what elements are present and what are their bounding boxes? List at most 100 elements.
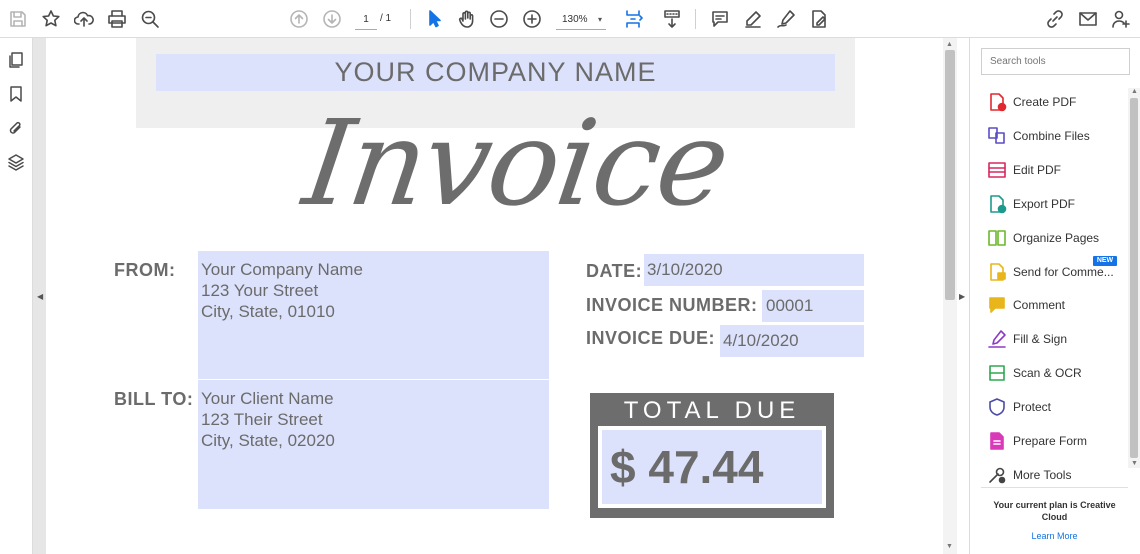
tool-item[interactable]: More Tools [970,460,1128,490]
invoice-due-label: INVOICE DUE: [586,328,716,348]
tool-item[interactable]: Protect [970,392,1128,422]
tool-label: Combine Files [1013,128,1090,143]
organize-pages-icon [987,228,1007,248]
tool-item[interactable]: Scan & OCR [970,358,1128,388]
tool-label: Send for Comme... [1013,264,1114,279]
left-navigation-pane [0,38,33,554]
combine-files-icon [987,126,1007,146]
document-viewport: YOUR COMPANY NAME Invoice FROM: Your Com… [33,38,943,554]
search-tools-input[interactable] [981,48,1130,75]
from-label: FROM: [114,260,176,280]
total-due-field[interactable]: $ 47.44 [602,430,822,504]
tool-item[interactable]: Comment [970,290,1128,320]
collapse-right-pane-icon[interactable]: ▶ [959,292,965,301]
pdf-page: YOUR COMPANY NAME Invoice FROM: Your Com… [46,38,943,554]
bill-to-line: City, State, 02020 [201,431,335,450]
scroll-down-icon[interactable]: ▼ [946,543,953,550]
next-page-icon[interactable] [321,8,343,30]
document-scrollbar[interactable]: ▲ ▼ [943,38,957,554]
tool-label: Organize Pages [1013,230,1100,245]
from-line: 123 Your Street [201,281,319,300]
new-badge: NEW [1093,256,1117,266]
previous-page-icon[interactable] [288,8,310,30]
tool-item[interactable]: Prepare Form [970,426,1128,456]
total-due-box: TOTAL DUE $ 47.44 [590,393,834,518]
tool-label: Edit PDF [1013,162,1062,177]
page-thumbnails-icon[interactable] [6,50,26,70]
protect-icon [987,397,1007,417]
upload-cloud-icon[interactable] [73,8,95,30]
bookmark-star-icon[interactable] [40,8,62,30]
select-cursor-icon[interactable] [423,8,445,30]
draw-sign-icon[interactable] [775,8,797,30]
scroll-mode-icon[interactable] [661,8,683,30]
scroll-down-icon[interactable]: ▼ [1131,460,1138,467]
scan-ocr-icon [987,363,1007,383]
layers-icon[interactable] [6,152,26,172]
from-line: Your Company Name [201,260,363,279]
date-field[interactable]: 3/10/2020 [644,254,864,286]
from-line: City, State, 01010 [201,302,335,321]
bill-to-line: 123 Their Street [201,410,323,429]
tool-label: Prepare Form [1013,434,1088,448]
zoom-value: 130% [562,14,588,25]
bookmarks-icon[interactable] [6,84,26,104]
tool-item[interactable]: Fill & Sign [970,324,1128,354]
bill-to-address-field[interactable]: Your Client Name 123 Their Street City, … [198,380,549,509]
comment-icon [987,295,1007,315]
hand-tool-icon[interactable] [456,8,478,30]
tool-item[interactable]: Create PDF [970,87,1128,117]
add-user-icon[interactable] [1110,8,1132,30]
fill-sign-icon[interactable] [808,8,830,30]
scrollbar-thumb[interactable] [1130,98,1138,458]
tools-pane: Create PDF Combine Files Edit PDF Export PD… [969,38,1140,554]
print-icon[interactable] [106,8,128,30]
tool-label: Export PDF [1013,196,1076,211]
date-label: DATE: [586,261,643,281]
invoice-due-field[interactable]: 4/10/2020 [720,325,864,357]
top-toolbar: 1 / 1 130% ▾ [0,0,1140,38]
prepare-form-icon [987,431,1007,451]
scroll-up-icon[interactable]: ▲ [946,41,953,48]
tools-scrollbar[interactable]: ▲ ▼ [1128,88,1140,468]
tool-item[interactable]: Organize Pages [970,223,1128,253]
invoice-number-field[interactable]: 00001 [762,290,864,322]
send-for-comments-icon [987,262,1007,282]
collapse-left-pane-icon[interactable]: ◀ [37,292,43,301]
scrollbar-thumb[interactable] [945,50,955,300]
zoom-in-icon[interactable] [521,8,543,30]
total-due-frame: $ 47.44 [598,426,826,508]
comment-icon[interactable] [709,8,731,30]
export-pdf-icon [987,194,1007,214]
tool-item[interactable]: Export PDF [970,189,1128,219]
learn-more-link[interactable]: Learn More [981,531,1128,541]
zoom-out-icon[interactable] [488,8,510,30]
more-tools-icon [987,465,1007,485]
tool-item[interactable]: Edit PDF [970,155,1128,185]
page-total: / 1 [380,13,392,24]
tool-label: Comment [1013,298,1066,313]
attachments-icon[interactable] [6,118,26,138]
zoom-dropdown[interactable]: 130% ▾ [556,10,606,30]
toolbar-divider [695,9,696,29]
tool-label: Protect [1013,400,1052,415]
company-name-field[interactable]: YOUR COMPANY NAME [156,54,835,91]
from-address-field[interactable]: Your Company Name 123 Your Street City, … [198,251,549,379]
tool-item[interactable]: Combine Files [970,121,1128,151]
total-due-label: TOTAL DUE [623,397,801,424]
chevron-down-icon: ▾ [597,15,602,24]
save-icon[interactable] [7,8,29,30]
plan-text: Your current plan is Creative Cloud [993,500,1116,522]
divider [981,487,1128,488]
page-number-input[interactable]: 1 [355,10,377,30]
highlight-pen-icon[interactable] [742,8,764,30]
email-icon[interactable] [1077,8,1099,30]
tool-label: Scan & OCR [1013,366,1082,381]
fit-page-icon[interactable] [622,8,644,30]
share-link-icon[interactable] [1044,8,1066,30]
search-zoom-icon[interactable] [139,8,161,30]
invoice-number-label: INVOICE NUMBER: [586,295,758,315]
scroll-up-icon[interactable]: ▲ [1131,88,1138,95]
tool-label: Fill & Sign [1013,332,1068,347]
bill-to-label: BILL TO: [114,389,194,409]
